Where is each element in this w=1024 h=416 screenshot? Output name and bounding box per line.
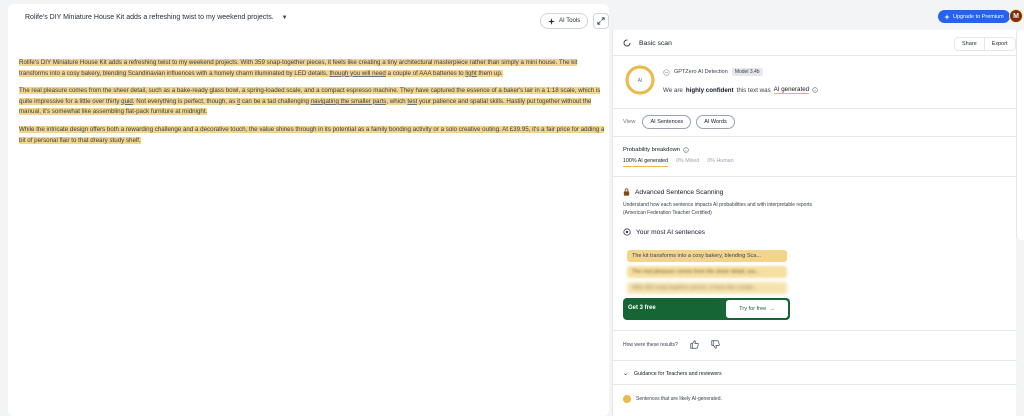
document-paragraph[interactable]: The real pleasure comes from the sheer d… [19, 86, 605, 118]
document-title: Rolife's DIY Miniature House Kit adds a … [25, 14, 274, 21]
detector-line: GPTZero AI Detection Model 3.4b [663, 68, 763, 76]
highlighted-text: , which [386, 97, 408, 105]
guidance-label: Guidance for Teachers and reviewers [634, 370, 722, 377]
legend-label: Sentences that are likely AI-generated. [636, 396, 722, 402]
tab-human[interactable]: 0% Human [707, 158, 733, 167]
free-label: Get 3 free [628, 305, 656, 311]
view-ai-sentences-button[interactable]: AI Sentences [642, 115, 692, 129]
legend-dot-icon [623, 395, 631, 403]
info-icon[interactable] [683, 147, 689, 153]
sparkle-icon [944, 13, 950, 20]
probability-title: Probability breakdown [623, 147, 689, 153]
confidence-result: AI generated [773, 86, 810, 94]
ai-tools-button[interactable]: AI Tools [540, 13, 589, 29]
most-ai-sentences-title-text: Your most AI sentences [636, 228, 706, 236]
highlighted-text: While the intricate design offers both a… [19, 125, 605, 144]
info-icon[interactable] [812, 87, 818, 93]
scan-header: Basic scan [623, 39, 672, 47]
view-label: View [623, 119, 636, 125]
confidence-statement: We are highly confident this text was AI… [663, 86, 818, 94]
divider [613, 330, 1017, 331]
divider [613, 55, 1017, 56]
chevron-down-icon[interactable]: ▼ [282, 15, 288, 21]
confidence-prefix: We are [663, 86, 683, 94]
flagged-phrase: quid [121, 97, 133, 105]
advanced-scanning-title: Advanced Sentence Scanning [623, 188, 723, 196]
thumbs-down-icon[interactable] [711, 340, 720, 349]
legend: Sentences that are likely AI-generated. [623, 395, 722, 403]
share-button[interactable]: Share [955, 38, 984, 50]
tab-ai-generated[interactable]: 100% AI generated [623, 158, 669, 167]
lock-icon [623, 188, 630, 196]
ai-gauge: AI [625, 65, 655, 95]
confidence-middle: this text was [736, 86, 771, 94]
divider [613, 360, 1017, 361]
view-ai-words-button[interactable]: AI Words [696, 115, 735, 129]
detector-name: GPTZero AI Detection [674, 69, 728, 75]
upgrade-button[interactable]: Upgrade to Premium [938, 10, 1010, 23]
advanced-scanning-description: Understand how each sentence impacts AI … [623, 202, 812, 216]
probability-title-text: Probability breakdown [623, 147, 681, 153]
highlighted-text: them up. [476, 69, 503, 77]
flagged-phrase: though you will need [329, 69, 386, 77]
highlighted-text: a couple of AAA batteries to [385, 69, 466, 77]
confidence-level: highly confident [685, 86, 734, 94]
chevron-down-icon: ⌄ [623, 371, 629, 377]
try-for-free-label: Try for free [739, 306, 767, 312]
view-toggle: View AI Sentences AI Words [623, 115, 735, 129]
ai-sentence-chip[interactable]: The kit transforms into a cosy bakery, b… [627, 250, 787, 262]
highlighted-text: . Not everything is perfect, though, as [132, 97, 238, 105]
feedback-row: How were these results? [623, 340, 720, 349]
gptzero-logo-icon [663, 68, 670, 76]
thumbs-up-icon[interactable] [690, 340, 699, 349]
ai-sentence-chip: The real pleasure comes from the sheer d… [627, 266, 787, 278]
document-title-row[interactable]: Rolife's DIY Miniature House Kit adds a … [25, 14, 288, 21]
ai-sentence-chip: With 359 snap-together pieces, it feels … [627, 282, 787, 294]
upgrade-label: Upgrade to Premium [953, 13, 1004, 20]
advanced-scanning-title-text: Advanced Sentence Scanning [635, 188, 724, 196]
guidance-toggle[interactable]: ⌄ Guidance for Teachers and reviewers [623, 370, 722, 378]
ai-tools-label: AI Tools [559, 18, 581, 24]
side-drawer-edge [1016, 30, 1024, 240]
editor-pane: Rolife's DIY Miniature House Kit adds a … [8, 4, 609, 416]
probability-tabs: 100% AI generated 0% Mixed 0% Human [623, 158, 734, 167]
document-paragraph[interactable]: While the intricate design offers both a… [19, 125, 605, 146]
share-export-group: Share Export [954, 37, 1016, 51]
gauge-label: AI [638, 78, 643, 84]
divider [613, 176, 1017, 177]
document-paragraph[interactable]: Rolife's DIY Miniature House Kit adds a … [19, 58, 605, 79]
feedback-question: How were these results? [623, 341, 678, 348]
scan-panel: Basic scan Share Export AI GPTZero AI De… [612, 30, 1017, 416]
target-icon [623, 228, 631, 236]
scan-title: Basic scan [639, 39, 672, 47]
flagged-phrase: test [407, 97, 418, 105]
model-badge: Model 3.4b [731, 68, 763, 76]
sparkle-icon [548, 17, 555, 25]
highlighted-text: can be a tad challenging [240, 97, 311, 105]
expand-button[interactable] [593, 13, 609, 29]
divider [613, 136, 1017, 137]
most-ai-sentences-title: Your most AI sentences [623, 228, 705, 236]
tab-mixed[interactable]: 0% Mixed [676, 158, 699, 167]
try-for-free-button[interactable]: Try for free → [726, 300, 788, 318]
flagged-phrase: light [465, 69, 477, 77]
expand-icon [597, 17, 605, 25]
divider [613, 108, 1017, 109]
loading-icon [623, 39, 631, 47]
arrow-right-icon: → [769, 306, 775, 312]
divider [613, 384, 1017, 385]
avatar[interactable]: M [1009, 9, 1023, 23]
export-button[interactable]: Export [983, 38, 1015, 50]
flagged-phrase: navigating the smaller parts [310, 97, 387, 105]
free-trial-banner: Get 3 free Try for free → [623, 298, 790, 320]
document-body[interactable]: Rolife's DIY Miniature House Kit adds a … [19, 58, 605, 153]
